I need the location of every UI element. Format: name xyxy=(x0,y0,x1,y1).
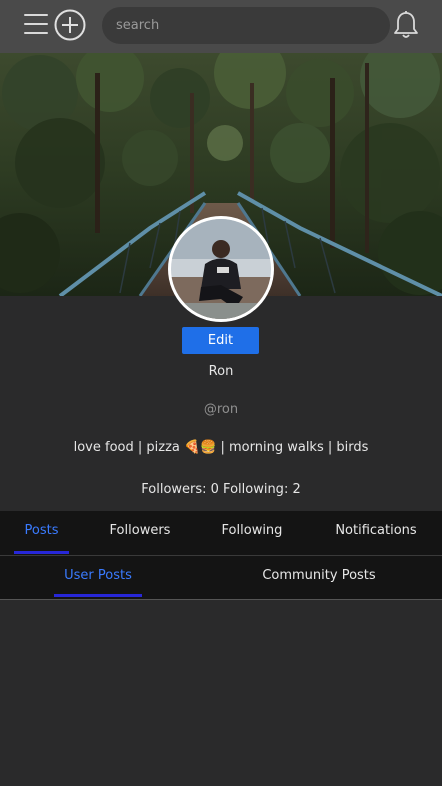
profile-bio: love food | pizza 🍕🍔 | morning walks | b… xyxy=(73,440,369,455)
posts-subtabs: User Posts Community Posts xyxy=(0,556,442,600)
profile-tabs: Posts Followers Following Notifications xyxy=(0,511,442,556)
profile-handle: @ron xyxy=(203,402,239,417)
avatar[interactable] xyxy=(168,216,274,322)
active-tab-indicator xyxy=(14,551,69,554)
tab-posts[interactable]: Posts xyxy=(14,511,69,555)
search-bar xyxy=(102,7,390,44)
tab-notifications[interactable]: Notifications xyxy=(330,511,422,555)
subtab-community-posts[interactable]: Community Posts xyxy=(254,556,384,599)
tab-followers[interactable]: Followers xyxy=(104,511,176,555)
tab-following[interactable]: Following xyxy=(214,511,290,555)
follow-stats: Followers: 0 Following: 2 xyxy=(141,482,301,497)
subtab-user-posts[interactable]: User Posts xyxy=(54,556,142,599)
bell-icon[interactable] xyxy=(393,10,419,40)
edit-profile-button[interactable]: Edit xyxy=(182,327,259,354)
profile-name: Ron xyxy=(208,364,234,379)
posts-list xyxy=(0,600,442,786)
top-bar xyxy=(0,0,442,53)
add-circle-icon[interactable] xyxy=(54,9,86,41)
menu-icon[interactable] xyxy=(24,14,48,38)
active-subtab-indicator xyxy=(54,594,142,597)
search-input[interactable] xyxy=(114,17,378,34)
